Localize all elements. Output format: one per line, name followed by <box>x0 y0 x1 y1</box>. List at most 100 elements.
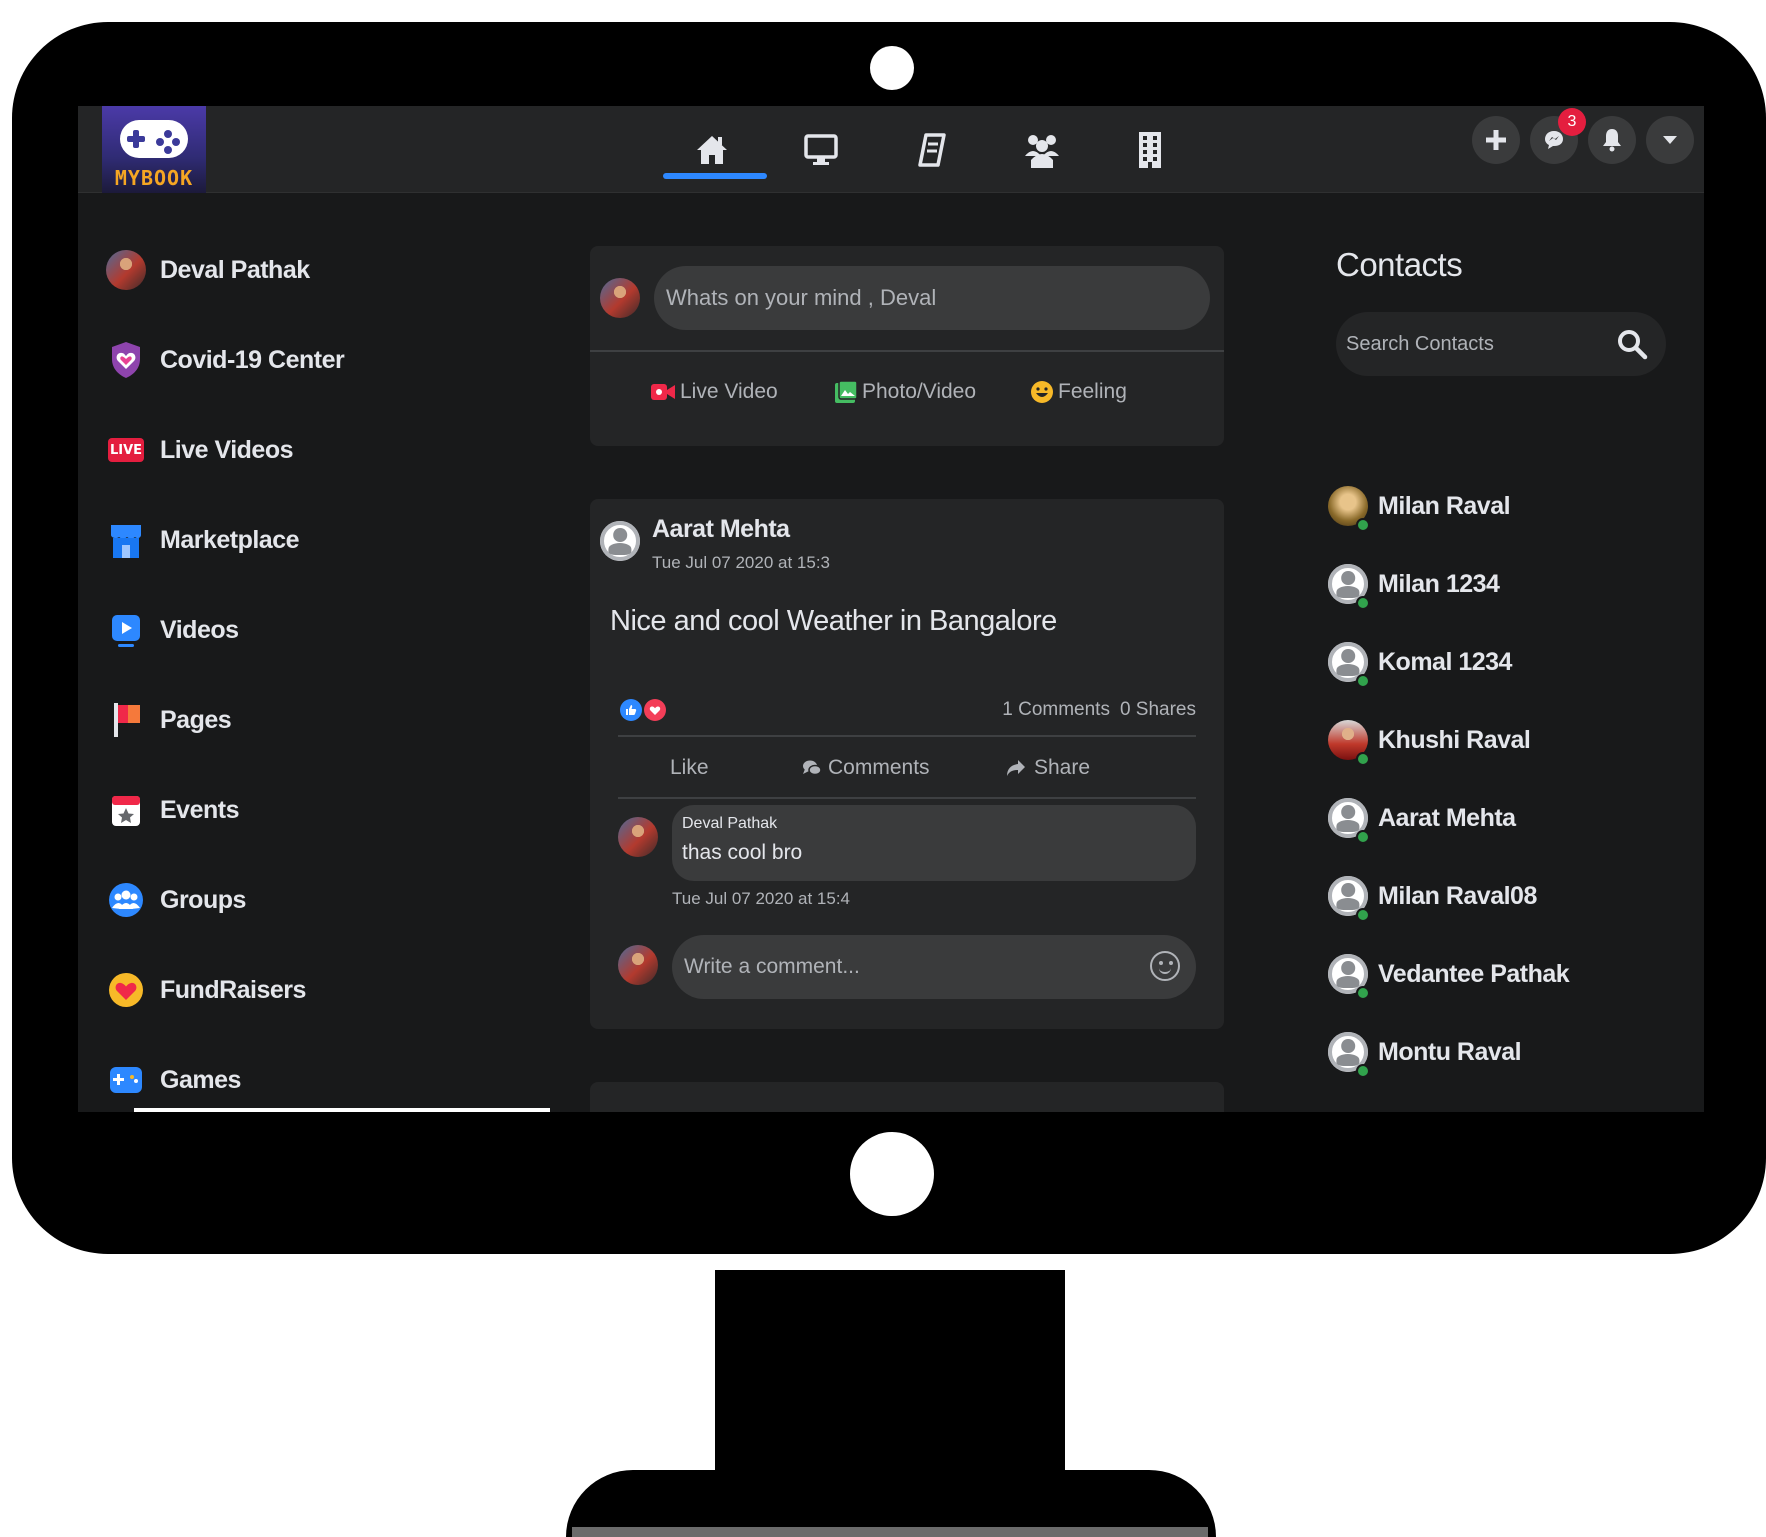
comment-icon <box>803 760 822 776</box>
gamepad-icon <box>106 1060 146 1100</box>
love-reaction-icon <box>644 699 666 721</box>
notifications-button[interactable] <box>1588 116 1636 164</box>
sidebar-item-label: Covid-19 Center <box>160 345 345 374</box>
online-status-dot <box>1356 518 1370 532</box>
heart-coin-icon <box>106 970 146 1010</box>
contact-name: Montu Raval <box>1378 1037 1522 1066</box>
contact-name: Milan Raval08 <box>1378 881 1537 910</box>
sidebar-item-marketplace[interactable]: Marketplace <box>106 510 300 570</box>
contacts-heading: Contacts <box>1336 246 1463 283</box>
news-icon <box>918 133 946 167</box>
nav-pages[interactable] <box>1118 124 1182 176</box>
comment-button[interactable]: Comments <box>802 745 930 791</box>
feeling-label: Feeling <box>1058 380 1127 403</box>
nav-watch[interactable] <box>789 124 853 176</box>
share-button[interactable]: Share <box>1006 745 1090 791</box>
photo-video-label: Photo/Video <box>862 380 977 403</box>
feed-post: Aarat Mehta Tue Jul 07 2020 at 15:3 Nice… <box>590 499 1224 1029</box>
create-post-input[interactable]: Whats on your mind , Deval <box>654 266 1210 330</box>
contact-name: Aarat Mehta <box>1378 803 1516 832</box>
contact-avatar <box>1328 948 1370 1000</box>
sidebar-item-live-videos[interactable]: LIVE Live Videos <box>106 420 294 480</box>
sidebar-item-fundraisers[interactable]: FundRaisers <box>106 960 306 1020</box>
write-comment-input[interactable]: Write a comment... <box>672 935 1196 999</box>
emoji-icon[interactable] <box>1150 951 1180 981</box>
nav-home[interactable] <box>680 124 744 176</box>
comment-text: thas cool bro <box>682 841 803 864</box>
post-author-avatar[interactable] <box>600 521 640 561</box>
comment-author[interactable]: Deval Pathak <box>682 815 777 833</box>
contact-name: Vedantee Pathak <box>1378 959 1570 988</box>
share-icon <box>1007 760 1025 776</box>
sidebar-item-videos[interactable]: Videos <box>106 600 239 660</box>
messenger-unread-badge: 3 <box>1558 108 1586 136</box>
gamepad-icon <box>120 120 188 158</box>
contact-avatar <box>1328 1026 1370 1078</box>
monitor-base-shadow <box>572 1527 1208 1537</box>
user-avatar <box>600 278 640 318</box>
like-label: Like <box>670 756 709 779</box>
photo-video-button[interactable]: Photo/Video <box>834 370 976 414</box>
nav-news[interactable] <box>900 124 964 176</box>
calendar-star-icon <box>106 790 146 830</box>
contact-avatar <box>1328 636 1370 688</box>
feeling-button[interactable]: Feeling <box>1030 370 1127 414</box>
feed-post-next <box>590 1082 1224 1112</box>
webcam <box>870 46 914 90</box>
sidebar-scrollbar[interactable] <box>134 1108 550 1112</box>
building-icon <box>1139 132 1161 168</box>
contact-avatar <box>1328 558 1370 610</box>
logo-text: MYBOOK <box>114 166 194 190</box>
shares-count[interactable]: 0 Shares <box>1120 699 1196 720</box>
live-icon: LIVE <box>106 430 146 470</box>
search-icon[interactable] <box>1616 328 1648 360</box>
like-button[interactable]: Like <box>670 745 709 791</box>
nav-active-indicator <box>663 173 767 179</box>
sidebar-item-label: Live Videos <box>160 435 294 464</box>
monitor-power-indicator <box>850 1132 934 1216</box>
sidebar-item-groups[interactable]: Groups <box>106 870 246 930</box>
sidebar-item-profile[interactable]: Deval Pathak <box>106 240 310 300</box>
sidebar-item-games[interactable]: Games <box>106 1050 241 1110</box>
contact-item[interactable]: Khushi Raval <box>1328 710 1531 770</box>
contact-name: Khushi Raval <box>1378 725 1531 754</box>
divider <box>618 797 1196 799</box>
contact-item[interactable]: Vedantee Pathak <box>1328 944 1570 1004</box>
profile-avatar <box>106 250 146 290</box>
post-author-name[interactable]: Aarat Mehta <box>652 515 790 544</box>
contact-item[interactable]: Milan Raval08 <box>1328 866 1537 926</box>
sidebar-item-label: Marketplace <box>160 525 300 554</box>
top-navigation-bar: MYBOOK 3 <box>78 106 1704 193</box>
contact-avatar <box>1328 870 1370 922</box>
sidebar-item-label: FundRaisers <box>160 975 306 1004</box>
contact-item[interactable]: Milan Raval <box>1328 476 1511 536</box>
account-menu-button[interactable] <box>1646 116 1694 164</box>
sidebar-item-covid-center[interactable]: Covid-19 Center <box>106 330 345 390</box>
post-timestamp[interactable]: Tue Jul 07 2020 at 15:3 <box>652 553 830 573</box>
caret-down-icon <box>1663 136 1677 144</box>
monitor-mockup: MYBOOK 3 Deval Pathak Covid-19 Center LI… <box>0 0 1766 1537</box>
contact-avatar <box>1328 714 1370 766</box>
contact-item[interactable]: Komal 1234 <box>1328 632 1512 692</box>
contacts-search-field[interactable]: Search Contacts <box>1336 312 1666 376</box>
contact-item[interactable]: Montu Raval <box>1328 1022 1522 1082</box>
sidebar-item-label: Events <box>160 795 239 824</box>
contacts-search-placeholder: Search Contacts <box>1346 333 1494 355</box>
monitor-icon <box>804 134 838 165</box>
online-status-dot <box>1356 986 1370 1000</box>
comments-count[interactable]: 1 Comments <box>1002 699 1110 720</box>
contact-item[interactable]: Aarat Mehta <box>1328 788 1516 848</box>
people-icon <box>106 880 146 920</box>
commenter-avatar[interactable] <box>618 817 658 857</box>
reaction-summary[interactable] <box>620 699 666 721</box>
live-video-button[interactable]: Live Video <box>650 370 778 414</box>
contact-name: Milan 1234 <box>1378 569 1500 598</box>
sidebar-item-events[interactable]: Events <box>106 780 239 840</box>
nav-friends[interactable] <box>1010 124 1074 176</box>
app-logo[interactable]: MYBOOK <box>102 106 206 193</box>
contact-item[interactable]: Milan 1234 <box>1328 554 1500 614</box>
bell-icon <box>1603 129 1621 152</box>
create-button[interactable] <box>1472 116 1520 164</box>
live-badge: LIVE <box>108 438 144 462</box>
sidebar-item-pages[interactable]: Pages <box>106 690 232 750</box>
